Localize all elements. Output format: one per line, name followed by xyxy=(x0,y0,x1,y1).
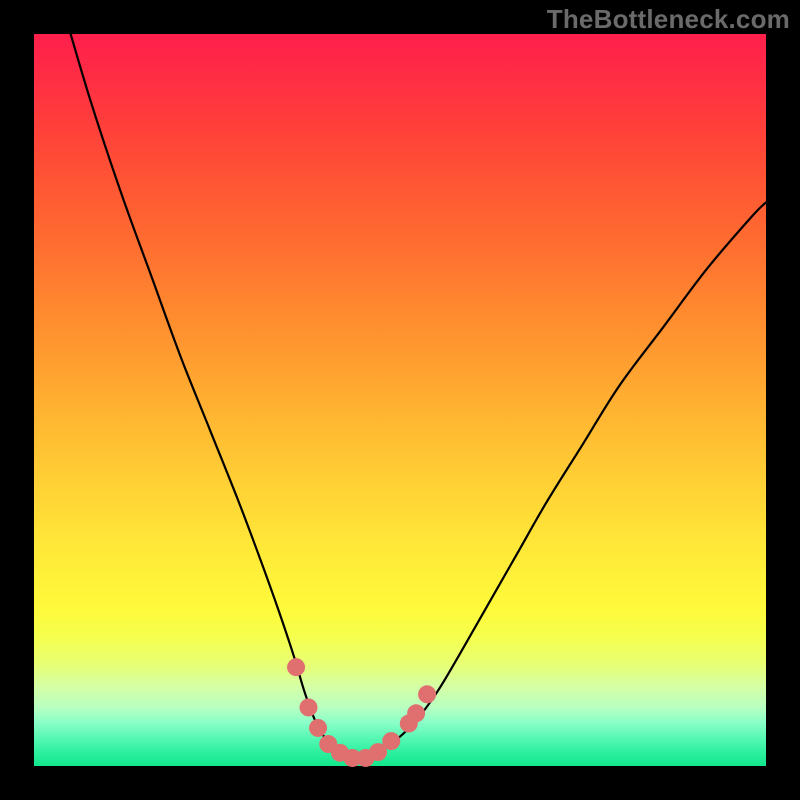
curve-marker xyxy=(418,685,436,703)
chart-svg xyxy=(0,0,800,800)
curve-marker xyxy=(287,658,305,676)
chart-frame: TheBottleneck.com xyxy=(0,0,800,800)
curve-marker xyxy=(407,704,425,722)
curve-marker xyxy=(382,732,400,750)
curve-marker xyxy=(300,698,318,716)
curve-marker xyxy=(309,719,327,737)
bottleneck-curve xyxy=(71,34,766,759)
marker-group xyxy=(287,658,436,767)
watermark-text: TheBottleneck.com xyxy=(547,4,790,35)
